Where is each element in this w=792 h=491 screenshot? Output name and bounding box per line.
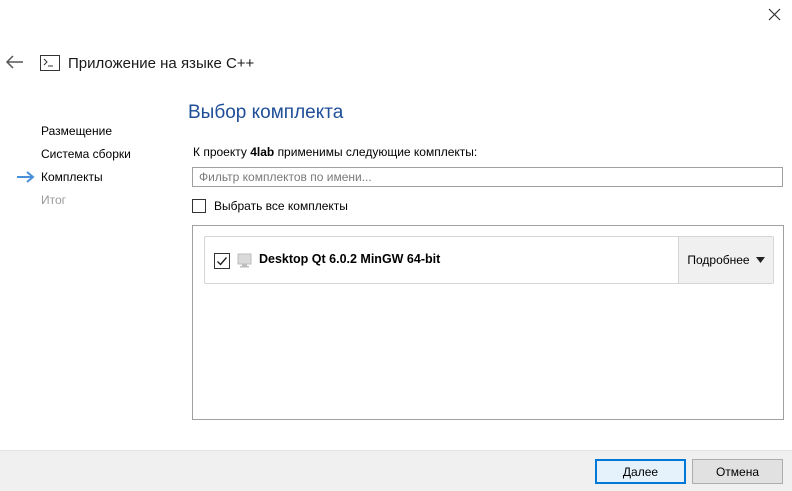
kit-details-label: Подробнее: [687, 253, 750, 267]
terminal-window-icon: [40, 55, 60, 71]
kit-details-button[interactable]: Подробнее: [678, 237, 773, 283]
right-arrow-icon: [17, 170, 35, 183]
kit-item: Desktop Qt 6.0.2 MinGW 64-bit Подробнее: [204, 236, 774, 284]
step-label: Комплекты: [41, 169, 103, 184]
wizard-header: Приложение на языке C++: [40, 52, 254, 74]
close-button[interactable]: [758, 0, 792, 30]
kit-filter: [192, 167, 783, 187]
back-arrow-icon: [5, 55, 23, 69]
select-all-checkbox[interactable]: [192, 199, 206, 213]
kit-filter-input[interactable]: [193, 168, 782, 186]
intro-text: К проекту 4lab применимы следующие компл…: [193, 145, 477, 159]
step-placement: Размещение: [16, 119, 176, 142]
step-summary: Итог: [16, 188, 176, 211]
step-label: Итог: [41, 192, 67, 207]
kits-list: Desktop Qt 6.0.2 MinGW 64-bit Подробнее: [192, 225, 784, 420]
step-build-system: Система сборки: [16, 142, 176, 165]
cancel-button[interactable]: Отмена: [692, 459, 783, 484]
kit-checkbox[interactable]: [214, 253, 230, 269]
step-label: Размещение: [41, 123, 112, 138]
select-all-row[interactable]: Выбрать все комплекты: [192, 199, 348, 213]
step-label: Система сборки: [41, 146, 131, 161]
back-button[interactable]: [4, 52, 26, 72]
kit-name: Desktop Qt 6.0.2 MinGW 64-bit: [259, 252, 441, 266]
select-all-label: Выбрать все комплекты: [214, 199, 348, 213]
close-icon: [768, 8, 781, 21]
page-title: Выбор комплекта: [188, 102, 344, 123]
monitor-icon: [237, 253, 252, 268]
checkmark-icon: [217, 257, 228, 266]
next-button[interactable]: Далее: [595, 459, 686, 484]
project-name: 4lab: [250, 145, 275, 159]
intro-prefix: К проекту: [193, 145, 247, 159]
intro-suffix: применимы следующие комплекты:: [277, 145, 478, 159]
wizard-steps: Размещение Система сборки Комплекты Итог: [16, 119, 176, 211]
step-kits: Комплекты: [16, 165, 176, 188]
wizard-title: Приложение на языке C++: [68, 54, 255, 72]
triangle-down-icon: [755, 257, 765, 263]
